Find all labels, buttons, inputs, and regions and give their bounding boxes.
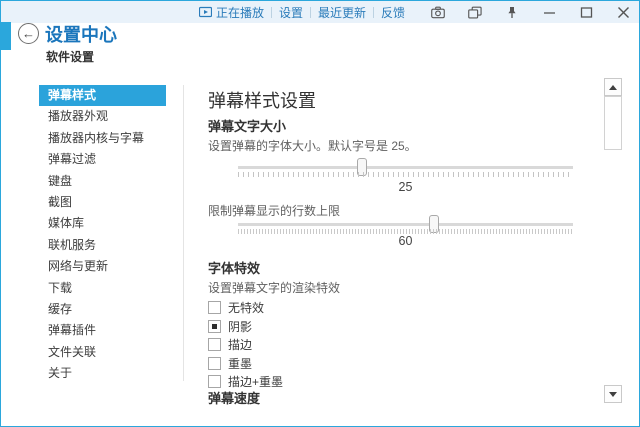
option-outline[interactable]: 描边 (208, 338, 283, 351)
settings-window: 正在播放 设置 最近更新 反馈 (0, 0, 640, 427)
sidebar-item-keyboard[interactable]: 键盘 (39, 171, 166, 192)
sidebar-item-media-library[interactable]: 媒体库 (39, 213, 166, 234)
settings-menu-item[interactable]: 设置 (279, 4, 303, 21)
triangle-up-icon (609, 85, 617, 90)
sidebar-item-danmaku-style[interactable]: 弹幕样式 (39, 85, 166, 106)
sidebar-item-about[interactable]: 关于 (39, 363, 166, 384)
close-button[interactable] (616, 5, 630, 19)
feedback-menu-item[interactable]: 反馈 (381, 4, 405, 21)
menu-separator (373, 7, 374, 18)
row-limit-value: 60 (238, 234, 573, 248)
now-playing-menu-item[interactable]: 正在播放 (199, 4, 264, 21)
now-playing-label: 正在播放 (216, 4, 264, 21)
font-size-slider-track[interactable] (238, 166, 573, 169)
sidebar-item-download[interactable]: 下载 (39, 278, 166, 299)
titlebar-menu: 正在播放 设置 最近更新 反馈 (199, 4, 405, 21)
checkbox-icon (208, 338, 221, 351)
window-controls (431, 5, 630, 19)
font-size-slider (238, 158, 573, 178)
font-effect-options: 无特效 阴影 描边 重墨 描边+重墨 (208, 301, 283, 388)
page-subtitle: 软件设置 (46, 48, 94, 65)
accent-bar (1, 22, 11, 50)
sidebar-item-cache[interactable]: 缓存 (39, 299, 166, 320)
content-title: 弹幕样式设置 (208, 87, 316, 113)
row-limit-slider (238, 215, 573, 235)
menu-separator (271, 7, 272, 18)
sidebar-divider (183, 85, 184, 381)
option-heavy-ink[interactable]: 重墨 (208, 357, 283, 370)
now-playing-icon (199, 6, 212, 18)
screenshot-camera-icon[interactable] (431, 5, 445, 19)
scroll-down-button[interactable] (604, 385, 622, 403)
option-label: 阴影 (228, 318, 252, 335)
triangle-down-icon (609, 392, 617, 397)
minimize-button[interactable] (542, 5, 556, 19)
option-shadow[interactable]: 阴影 (208, 320, 283, 333)
pin-icon[interactable] (505, 5, 519, 19)
font-size-description: 设置弹幕的字体大小。默认字号是 25。 (208, 137, 417, 154)
option-label: 重墨 (228, 355, 252, 372)
option-no-effect[interactable]: 无特效 (208, 301, 283, 314)
sidebar-item-danmaku-plugins[interactable]: 弹幕插件 (39, 320, 166, 341)
font-effect-description: 设置弹幕文字的渲染特效 (208, 279, 340, 296)
cascade-windows-icon[interactable] (468, 5, 482, 19)
sidebar-item-danmaku-filter[interactable]: 弹幕过滤 (39, 149, 166, 170)
checkbox-icon (208, 320, 221, 333)
font-effect-section-title: 字体特效 (208, 258, 260, 277)
option-label: 无特效 (228, 299, 264, 316)
sidebar-item-network-updates[interactable]: 网络与更新 (39, 256, 166, 277)
checkbox-icon (208, 357, 221, 370)
option-label: 描边 (228, 336, 252, 353)
sidebar-item-player-appearance[interactable]: 播放器外观 (39, 106, 166, 127)
recent-updates-menu-item[interactable]: 最近更新 (318, 4, 366, 21)
font-size-slider-ticks (238, 172, 573, 177)
option-outline-heavy-ink[interactable]: 描边+重墨 (208, 375, 283, 388)
scroll-up-button[interactable] (604, 78, 622, 96)
speed-section-title: 弹幕速度 (208, 388, 260, 407)
maximize-button[interactable] (579, 5, 593, 19)
page-title: 设置中心 (45, 21, 117, 47)
font-size-section-title: 弹幕文字大小 (208, 116, 286, 135)
back-button[interactable]: ← (18, 23, 39, 44)
sidebar-item-file-association[interactable]: 文件关联 (39, 342, 166, 363)
back-arrow-icon: ← (22, 27, 35, 40)
sidebar-item-online-service[interactable]: 联机服务 (39, 235, 166, 256)
sidebar-item-screenshot[interactable]: 截图 (39, 192, 166, 213)
checkbox-icon (208, 375, 221, 388)
sidebar-item-player-core-subtitles[interactable]: 播放器内核与字幕 (39, 128, 166, 149)
row-limit-slider-track[interactable] (238, 223, 573, 226)
titlebar: 正在播放 设置 最近更新 反馈 (1, 1, 639, 23)
font-size-value: 25 (238, 180, 573, 194)
scrollbar-thumb[interactable] (604, 96, 622, 150)
settings-sidebar: 弹幕样式 播放器外观 播放器内核与字幕 弹幕过滤 键盘 截图 媒体库 联机服务 … (39, 85, 166, 384)
checkbox-icon (208, 301, 221, 314)
menu-separator (310, 7, 311, 18)
